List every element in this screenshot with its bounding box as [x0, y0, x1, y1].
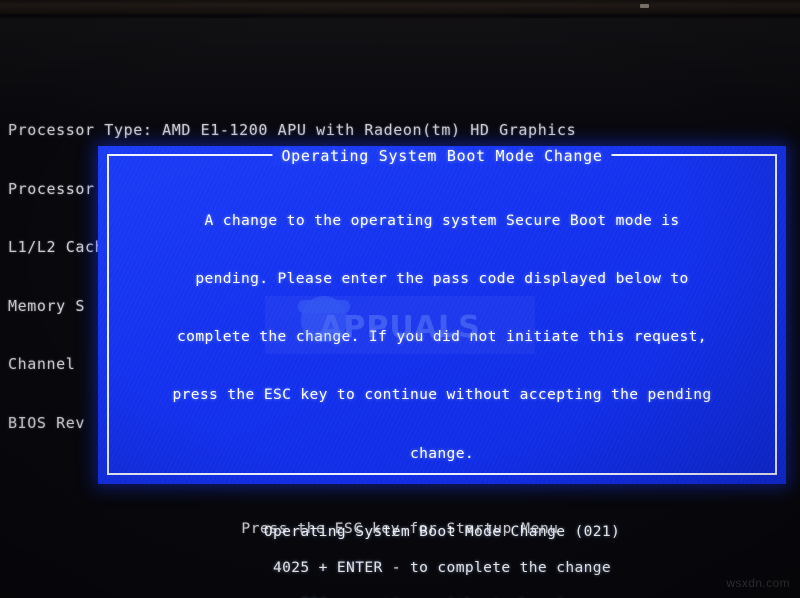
dialog-message-line-4: press the ESC key to continue without ac…	[172, 386, 712, 404]
dialog-body: A change to the operating system Secure …	[112, 172, 772, 598]
bezel-speck	[640, 4, 649, 8]
dialog-message-line-1: A change to the operating system Secure …	[204, 211, 680, 229]
dialog-message-line-2: pending. Please enter the pass code disp…	[195, 270, 689, 288]
dialog-message: A change to the operating system Secure …	[112, 172, 772, 502]
post-line-processor-type: Processor Type: AMD E1-1200 APU with Rad…	[8, 121, 577, 139]
dialog-title-bar: Operating System Boot Mode Change	[272, 147, 611, 165]
boot-mode-change-dialog: Operating System Boot Mode Change A chan…	[98, 146, 786, 598]
dialog-message-line-3: complete the change. If you did not init…	[177, 328, 707, 346]
laptop-bezel	[0, 0, 800, 14]
enter-pass-code-instruction: 4025 + ENTER - to complete the change	[272, 559, 612, 577]
boot-mode-change-code: Operating System Boot Mode Change (021)	[263, 522, 621, 540]
dialog-title: Operating System Boot Mode Change	[281, 147, 603, 165]
dialog-message-line-5: change.	[410, 444, 474, 462]
bios-screen: Processor Type: AMD E1-1200 APU with Rad…	[0, 0, 800, 598]
